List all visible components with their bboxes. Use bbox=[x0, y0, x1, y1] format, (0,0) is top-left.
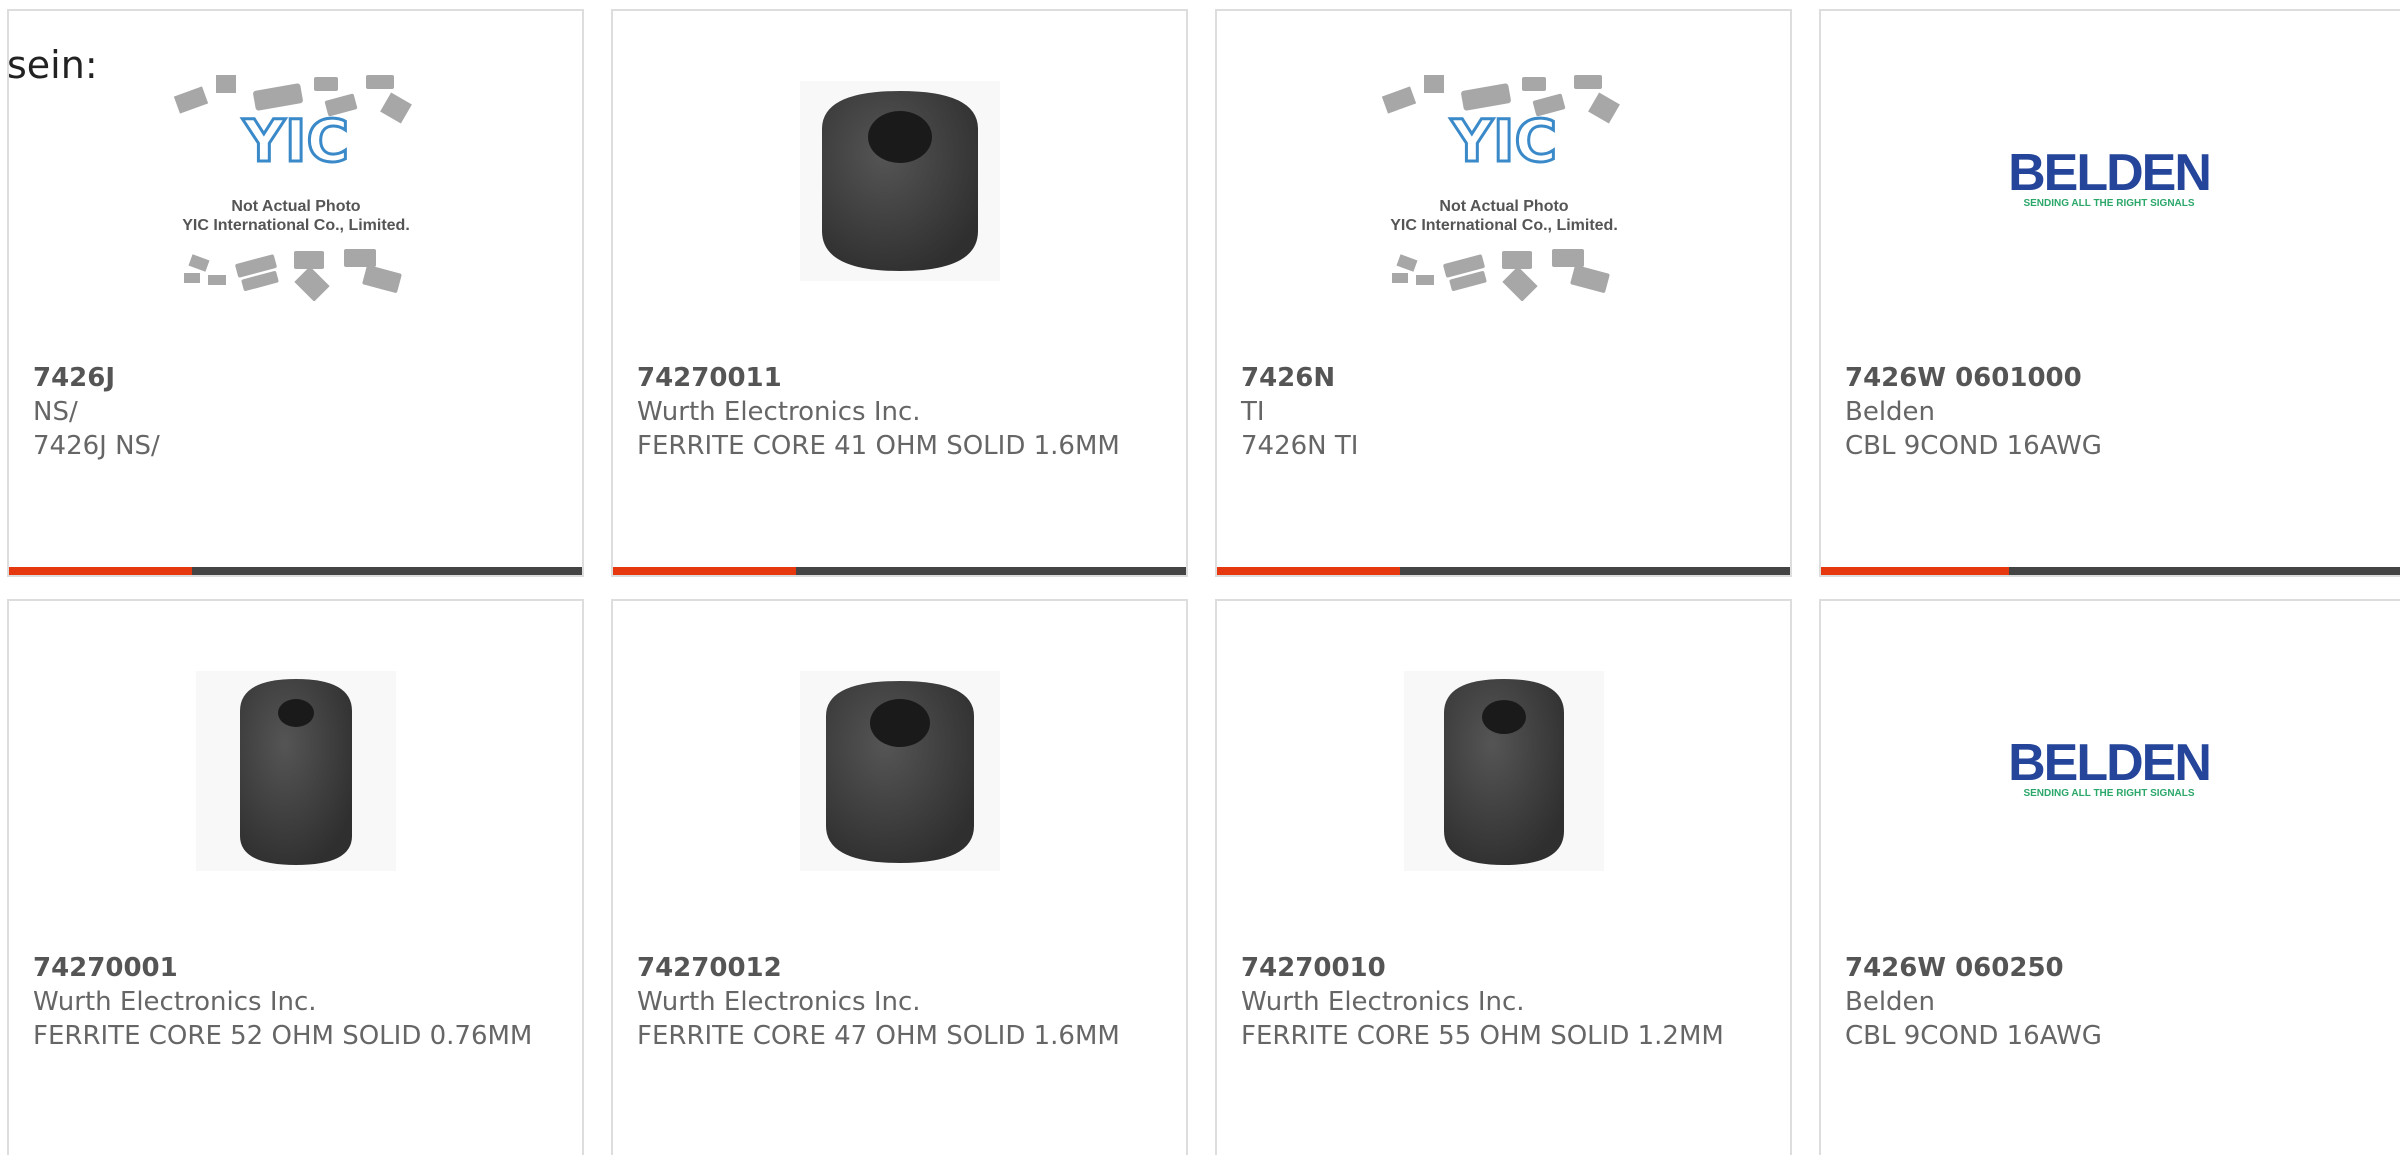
product-image[interactable] bbox=[9, 671, 582, 871]
product-card[interactable]: YIC Not Actual Photo YIC International C… bbox=[7, 9, 584, 577]
manufacturer: Belden bbox=[1845, 397, 1936, 427]
product-info: 74270010 Wurth Electronics Inc. FERRITE … bbox=[1241, 951, 1770, 1053]
image-caption-line2: YIC International Co., Limited. bbox=[1390, 217, 1618, 234]
product-image[interactable] bbox=[613, 671, 1186, 871]
part-number[interactable]: 7426N bbox=[1241, 361, 1770, 395]
product-info: 74270001 Wurth Electronics Inc. FERRITE … bbox=[33, 951, 562, 1053]
progress-bar-fill bbox=[1217, 567, 1401, 575]
belden-logo: BELDEN SENDING ALL THE RIGHT SIGNALS bbox=[2008, 736, 2212, 799]
progress-bar bbox=[613, 567, 1186, 575]
product-image[interactable]: YIC Not Actual Photo YIC International C… bbox=[1217, 75, 1790, 301]
belden-logo-tagline: SENDING ALL THE RIGHT SIGNALS bbox=[2023, 788, 2194, 799]
description: FERRITE CORE 52 OHM SOLID 0.76MM bbox=[33, 1021, 533, 1051]
part-number[interactable]: 7426J bbox=[33, 361, 562, 395]
product-info: 74270011 Wurth Electronics Inc. FERRITE … bbox=[637, 361, 1166, 463]
product-image[interactable]: BELDEN SENDING ALL THE RIGHT SIGNALS bbox=[1821, 671, 2397, 871]
product-info: 7426W 060250 Belden CBL 9COND 16AWG bbox=[1845, 951, 2387, 1053]
progress-bar-fill bbox=[1821, 567, 2009, 575]
product-card[interactable]: 74270012 Wurth Electronics Inc. FERRITE … bbox=[611, 599, 1188, 1155]
image-caption-line2: YIC International Co., Limited. bbox=[182, 217, 410, 234]
manufacturer: Wurth Electronics Inc. bbox=[637, 987, 921, 1017]
description: CBL 9COND 16AWG bbox=[1845, 431, 2102, 461]
ferrite-core-photo bbox=[195, 671, 396, 871]
progress-bar bbox=[1217, 567, 1790, 575]
description: FERRITE CORE 55 OHM SOLID 1.2MM bbox=[1241, 1021, 1724, 1051]
description: FERRITE CORE 47 OHM SOLID 1.6MM bbox=[637, 1021, 1120, 1051]
product-card[interactable]: YIC Not Actual Photo YIC International C… bbox=[1215, 9, 1792, 577]
manufacturer: Wurth Electronics Inc. bbox=[33, 987, 317, 1017]
progress-bar bbox=[1821, 567, 2400, 575]
description: CBL 9COND 16AWG bbox=[1845, 1021, 2102, 1051]
product-grid-page: sein: YIC Not Actual Photo YIC Internati… bbox=[0, 0, 2400, 1155]
product-card[interactable]: 74270001 Wurth Electronics Inc. FERRITE … bbox=[7, 599, 584, 1155]
product-card[interactable]: BELDEN SENDING ALL THE RIGHT SIGNALS 742… bbox=[1819, 9, 2400, 577]
belden-logo: BELDEN SENDING ALL THE RIGHT SIGNALS bbox=[2008, 146, 2212, 209]
progress-bar bbox=[9, 567, 582, 575]
product-info: 7426J NS/ 7426J NS/ bbox=[33, 361, 562, 463]
manufacturer: Wurth Electronics Inc. bbox=[637, 397, 921, 427]
progress-bar-fill bbox=[613, 567, 797, 575]
manufacturer: Wurth Electronics Inc. bbox=[1241, 987, 1525, 1017]
belden-logo-text: BELDEN bbox=[2008, 146, 2210, 202]
yic-placeholder-image: YIC Not Actual Photo YIC International C… bbox=[173, 75, 412, 301]
belden-logo-text: BELDEN bbox=[2008, 736, 2210, 792]
product-info: 7426W 0601000 Belden CBL 9COND 16AWG bbox=[1845, 361, 2387, 463]
ferrite-core-photo bbox=[799, 81, 1000, 281]
image-caption-line1: Not Actual Photo bbox=[231, 198, 360, 215]
ferrite-core-photo bbox=[799, 671, 1000, 871]
manufacturer: TI bbox=[1241, 397, 1265, 427]
description: FERRITE CORE 41 OHM SOLID 1.6MM bbox=[637, 431, 1120, 461]
product-image[interactable]: YIC Not Actual Photo YIC International C… bbox=[9, 75, 582, 301]
product-image[interactable]: BELDEN SENDING ALL THE RIGHT SIGNALS bbox=[1821, 81, 2397, 281]
product-card[interactable]: BELDEN SENDING ALL THE RIGHT SIGNALS 742… bbox=[1819, 599, 2400, 1155]
intro-label: sein: bbox=[7, 43, 98, 87]
product-card[interactable]: 74270011 Wurth Electronics Inc. FERRITE … bbox=[611, 9, 1188, 577]
ferrite-core-photo bbox=[1403, 671, 1604, 871]
product-image[interactable] bbox=[1217, 671, 1790, 871]
product-info: 7426N TI 7426N TI bbox=[1241, 361, 1770, 463]
part-number[interactable]: 74270012 bbox=[637, 951, 1166, 985]
image-caption-line1: Not Actual Photo bbox=[1439, 198, 1568, 215]
progress-bar-fill bbox=[9, 567, 193, 575]
part-number[interactable]: 74270001 bbox=[33, 951, 562, 985]
description: 7426J NS/ bbox=[33, 431, 160, 461]
part-number[interactable]: 74270011 bbox=[637, 361, 1166, 395]
product-info: 74270012 Wurth Electronics Inc. FERRITE … bbox=[637, 951, 1166, 1053]
product-card[interactable]: 74270010 Wurth Electronics Inc. FERRITE … bbox=[1215, 599, 1792, 1155]
yic-logo: YIC bbox=[241, 107, 348, 175]
yic-logo: YIC bbox=[1449, 107, 1556, 175]
manufacturer: NS/ bbox=[33, 397, 78, 427]
part-number[interactable]: 7426W 060250 bbox=[1845, 951, 2387, 985]
part-number[interactable]: 7426W 0601000 bbox=[1845, 361, 2387, 395]
manufacturer: Belden bbox=[1845, 987, 1936, 1017]
yic-placeholder-image: YIC Not Actual Photo YIC International C… bbox=[1381, 75, 1620, 301]
product-image[interactable] bbox=[613, 81, 1186, 281]
part-number[interactable]: 74270010 bbox=[1241, 951, 1770, 985]
belden-logo-tagline: SENDING ALL THE RIGHT SIGNALS bbox=[2023, 198, 2194, 209]
description: 7426N TI bbox=[1241, 431, 1359, 461]
